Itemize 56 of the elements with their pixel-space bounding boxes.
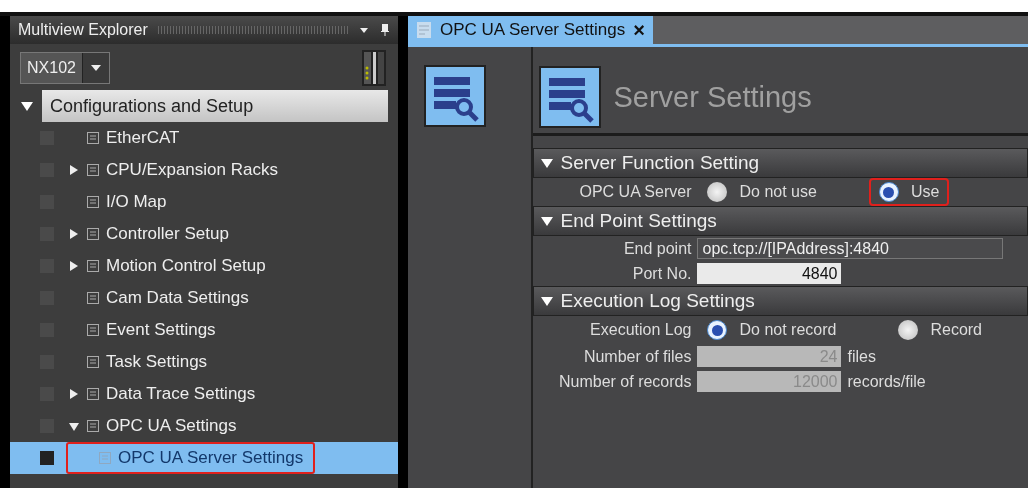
tree-item[interactable]: EtherCAT xyxy=(10,122,398,154)
unit-label: records/file xyxy=(847,372,926,391)
tree-item[interactable]: I/O Map xyxy=(10,186,398,218)
caret-icon[interactable] xyxy=(68,164,80,176)
section-header[interactable]: Execution Log Settings xyxy=(533,286,1028,316)
status-square xyxy=(40,451,54,465)
device-dropdown[interactable]: NX102 xyxy=(20,52,110,84)
field-label: Port No. xyxy=(631,264,692,283)
document-icon xyxy=(86,227,100,241)
document-icon xyxy=(86,419,100,433)
tree-item[interactable]: OPC UA Server Settings xyxy=(10,442,398,474)
document-icon xyxy=(416,21,432,39)
pin-icon[interactable] xyxy=(380,23,390,37)
caret-icon[interactable] xyxy=(68,228,80,240)
input-field[interactable]: opc.tcp://[IPAddress]:4840 xyxy=(697,238,1004,259)
tree-item[interactable]: Controller Setup xyxy=(10,218,398,250)
server-wrench-icon[interactable] xyxy=(424,65,486,127)
field-label: Number of records xyxy=(558,372,692,391)
field-label: OPC UA Server xyxy=(578,183,692,201)
caret-icon[interactable] xyxy=(20,99,34,113)
input-field[interactable]: 4840 xyxy=(697,263,842,284)
caret-icon[interactable] xyxy=(68,388,80,400)
radio-option[interactable]: Record xyxy=(888,316,992,344)
document-icon xyxy=(86,387,100,401)
tree-item[interactable]: CPU/Expansion Racks xyxy=(10,154,398,186)
tree-item[interactable]: OPC UA Settings xyxy=(10,410,398,442)
section-header[interactable]: Server Function Setting xyxy=(533,148,1028,178)
tree-item[interactable]: Data Trace Settings xyxy=(10,378,398,410)
document-icon xyxy=(86,163,100,177)
close-button[interactable]: × xyxy=(633,18,645,42)
controller-icon xyxy=(362,50,386,86)
tree-item[interactable]: Event Settings xyxy=(10,314,398,346)
server-wrench-icon xyxy=(539,66,602,128)
document-icon xyxy=(98,451,112,465)
radio-option[interactable]: Do not record xyxy=(697,316,847,344)
document-icon xyxy=(86,131,100,145)
document-icon xyxy=(86,323,100,337)
panel-title: Multiview Explorer xyxy=(18,21,148,39)
field-label: Number of files xyxy=(582,347,692,366)
caret-icon[interactable] xyxy=(68,420,80,432)
field-label: End point xyxy=(622,239,692,258)
caret-icon xyxy=(89,63,102,73)
document-icon xyxy=(86,355,100,369)
caret-icon[interactable] xyxy=(68,260,80,272)
unit-label: files xyxy=(847,347,876,366)
document-icon xyxy=(86,259,100,273)
field-label: Execution Log xyxy=(589,321,692,339)
section-header[interactable]: End Point Settings xyxy=(533,206,1028,236)
editor-tab[interactable]: OPC UA Server Settings × xyxy=(408,16,653,44)
tree-item[interactable]: Motion Control Setup xyxy=(10,250,398,282)
tree-item[interactable]: Task Settings xyxy=(10,346,398,378)
page-heading: Server Settings xyxy=(613,80,812,114)
document-icon xyxy=(86,291,100,305)
tree-item[interactable]: Cam Data Settings xyxy=(10,282,398,314)
radio-option[interactable]: Do not use xyxy=(697,178,827,206)
document-icon xyxy=(86,195,100,209)
